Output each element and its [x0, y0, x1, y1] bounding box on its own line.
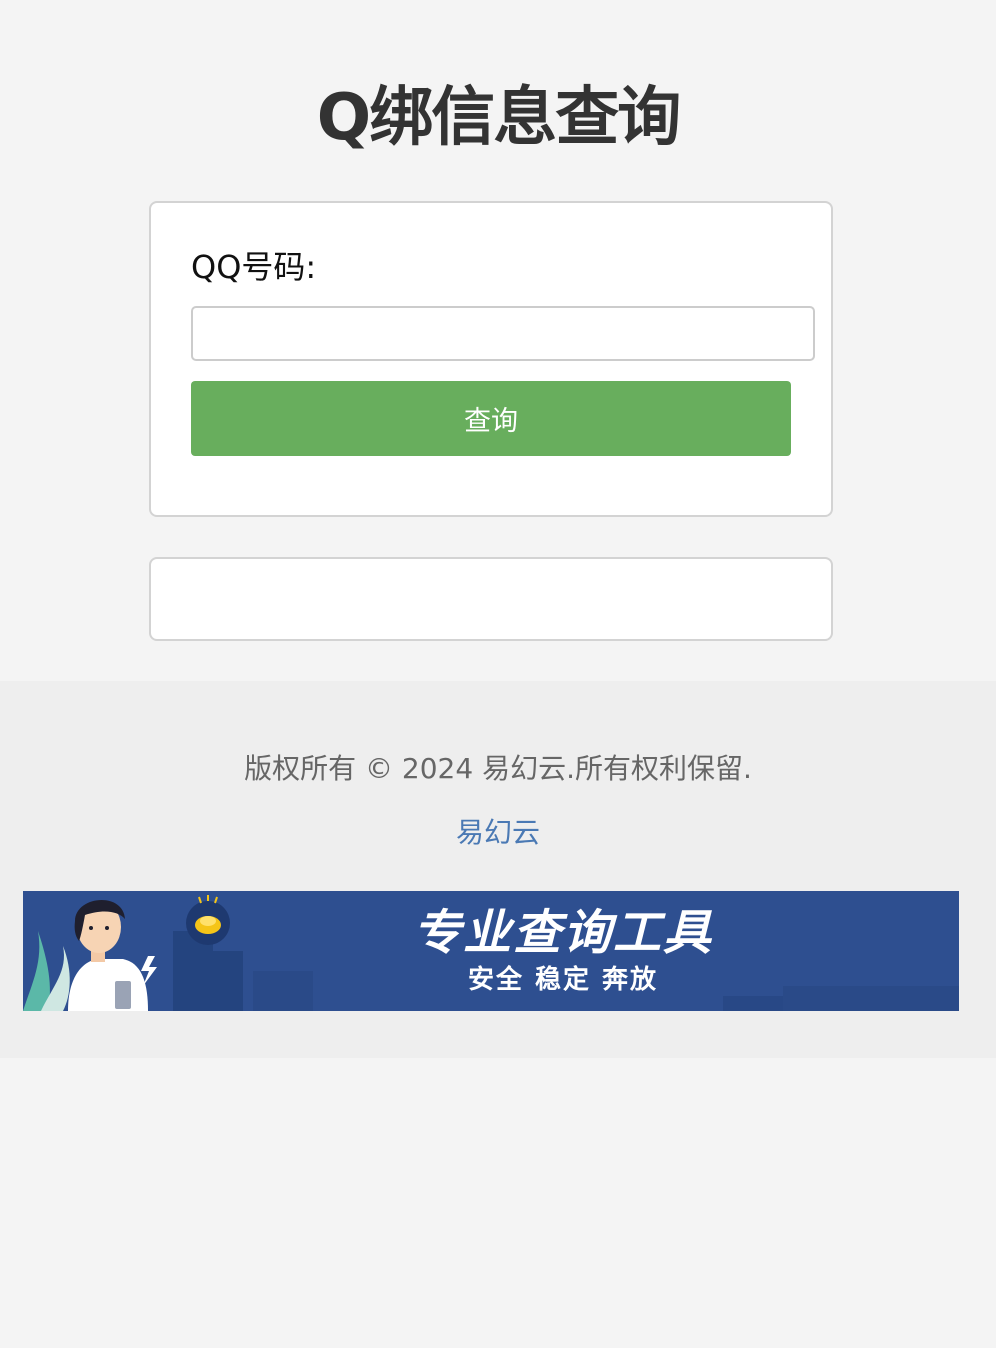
- result-panel: [149, 557, 833, 641]
- page-title: Q绑信息查询: [316, 81, 681, 155]
- query-button[interactable]: 查询: [191, 381, 791, 456]
- banner-title: 专业查询工具: [412, 905, 713, 961]
- qq-number-input[interactable]: [191, 306, 815, 361]
- site-link[interactable]: 易幻云: [0, 815, 996, 851]
- promo-banner[interactable]: 专业查询工具 安全 稳定 奔放: [23, 891, 959, 1011]
- query-card: QQ号码: 查询: [149, 201, 833, 517]
- qq-number-label: QQ号码:: [191, 248, 317, 286]
- footer: 版权所有 © 2024 易幻云.所有权利保留. 易幻云 专业查询工具 安全 稳定…: [0, 681, 996, 1058]
- banner-subtitle: 安全 稳定 奔放: [467, 965, 659, 995]
- copyright-text: 版权所有 © 2024 易幻云.所有权利保留.: [244, 752, 752, 785]
